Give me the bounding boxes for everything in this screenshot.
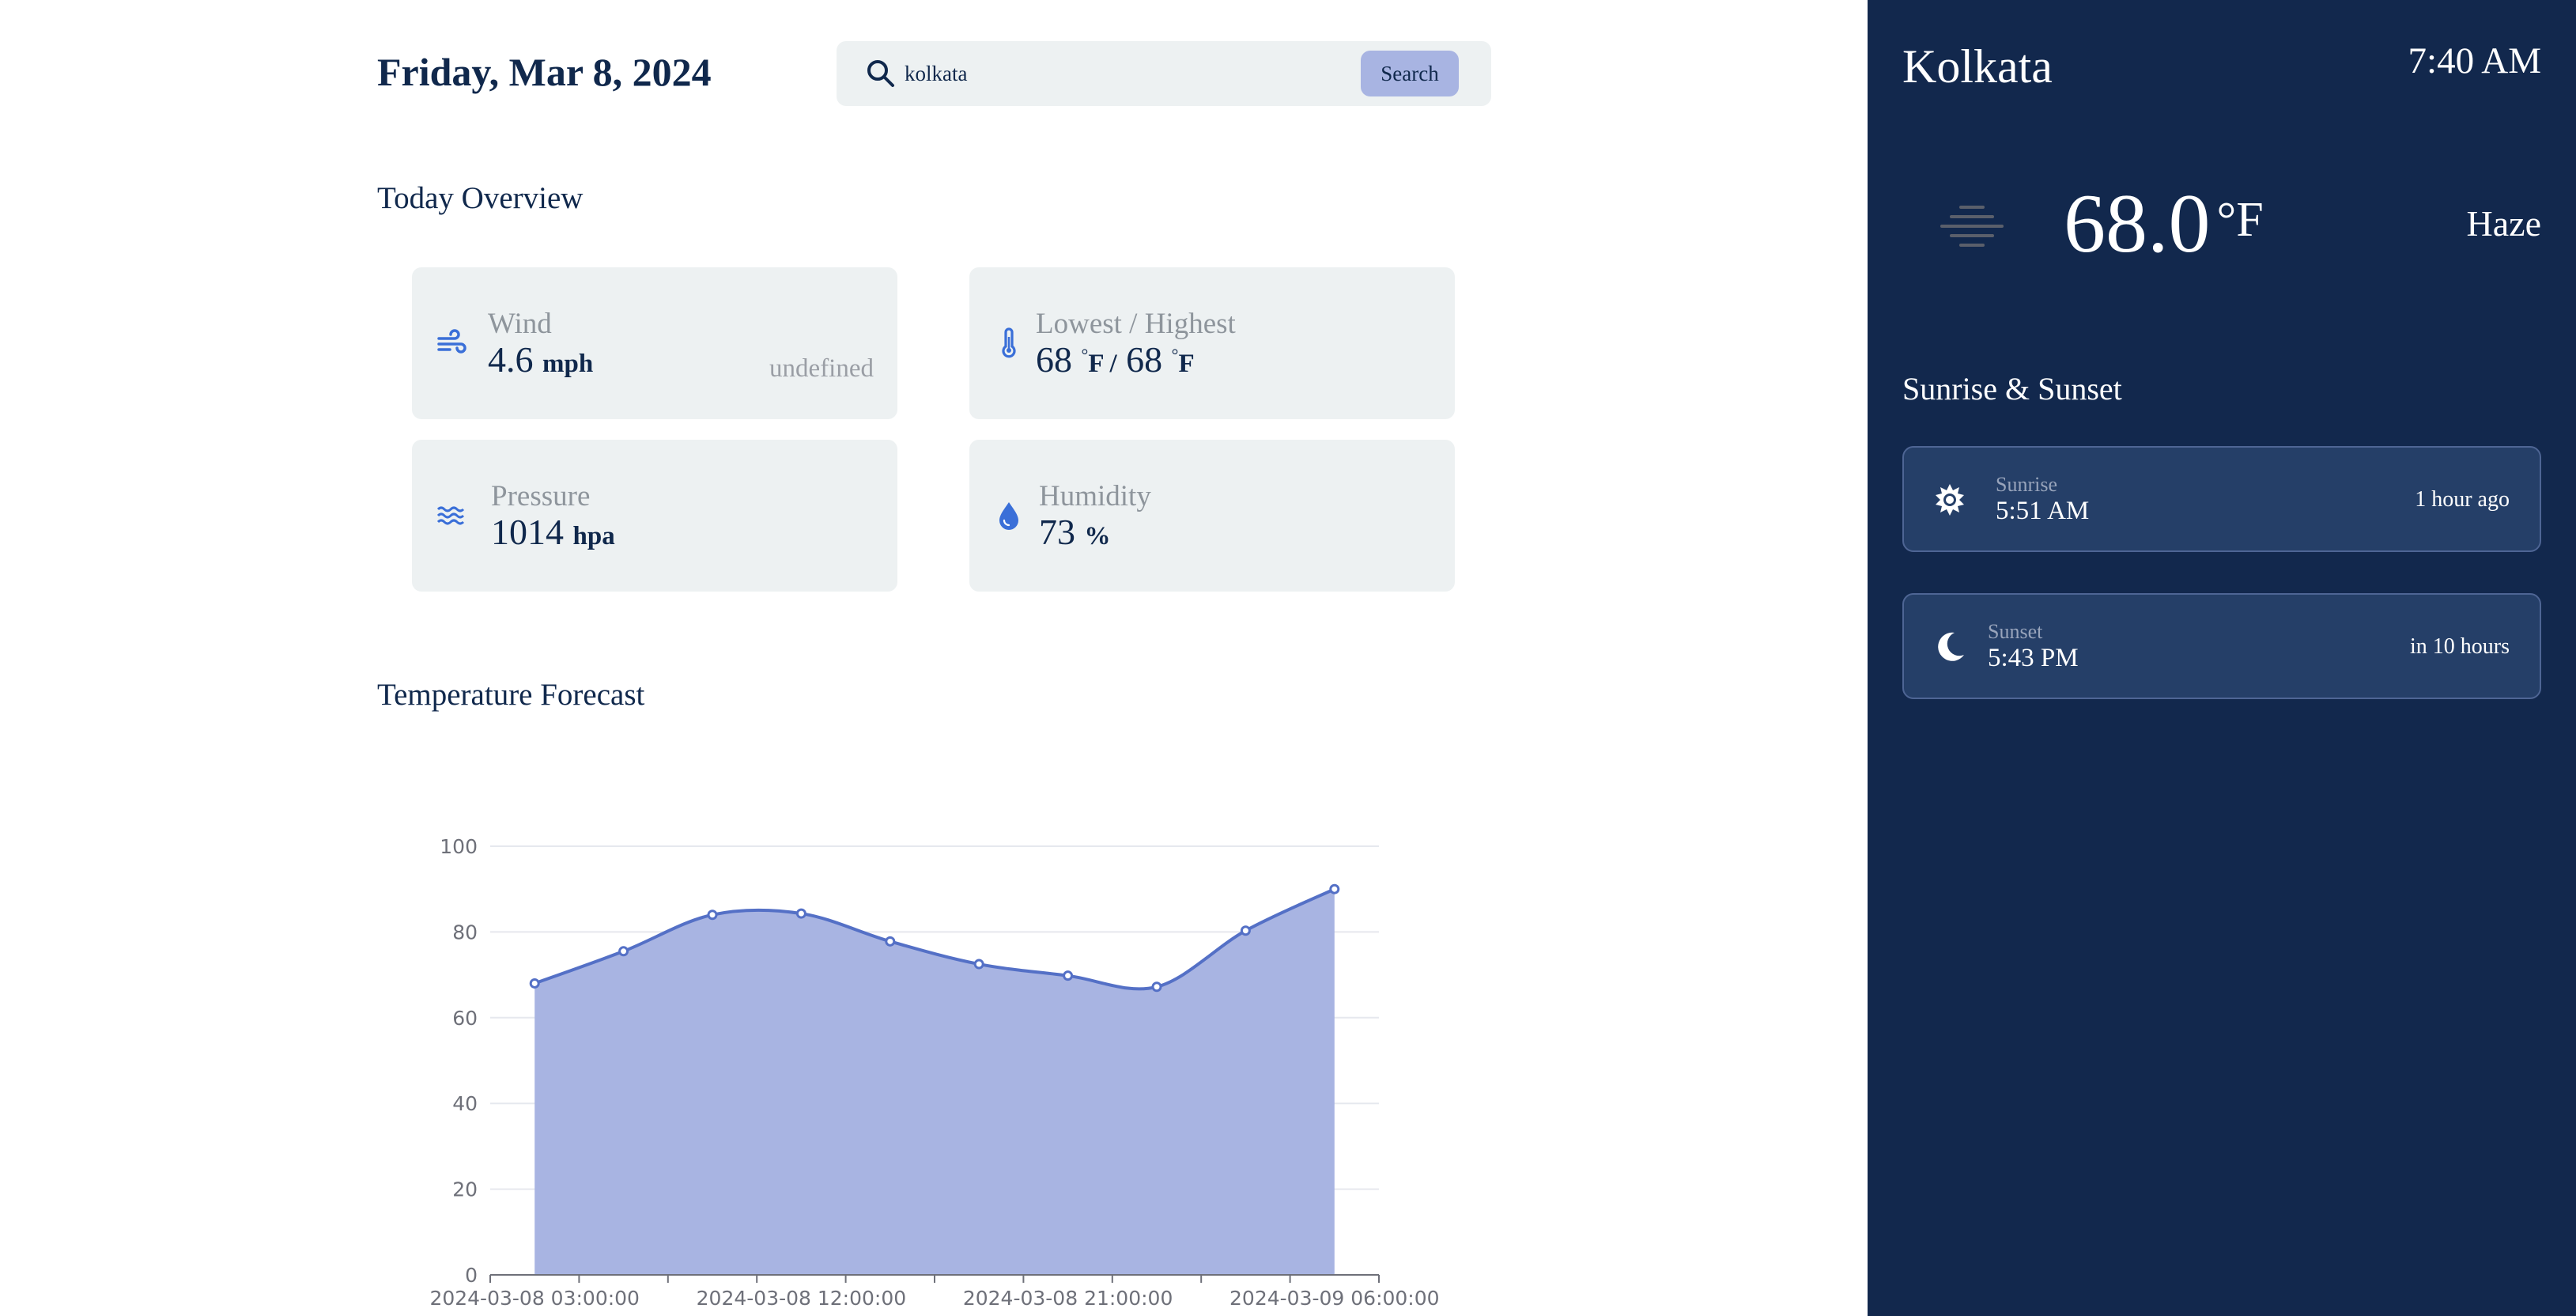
sun-icon	[1936, 484, 1964, 516]
pressure-label: Pressure	[491, 480, 591, 512]
x-tick-label: 2024-03-09 06:00:00	[1229, 1287, 1439, 1310]
temperature-unit: °F	[2216, 193, 2264, 247]
wind-speed: 4.6	[488, 339, 534, 380]
data-point	[1329, 883, 1340, 894]
page-date: Friday, Mar 8, 2024	[377, 50, 712, 94]
wind-value: 4.6 mph	[488, 338, 593, 380]
sunrise-relative: 1 hour ago	[2415, 487, 2510, 512]
pressure-icon	[436, 506, 465, 525]
haze-icon	[1940, 206, 2004, 247]
y-tick-label: 0	[465, 1264, 478, 1287]
wind-label: Wind	[488, 308, 552, 340]
y-tick-label: 20	[452, 1178, 478, 1201]
humidity-label: Humidity	[1039, 480, 1151, 512]
sunrise-label: Sunrise	[1996, 473, 2057, 496]
sunrise-time: 5:51 AM	[1996, 497, 2090, 525]
pressure-value: 1014 hpa	[491, 511, 615, 553]
wind-card: Wind 4.6 mph undefined	[412, 267, 897, 419]
data-point	[885, 936, 896, 947]
temp-low-unit: F	[1088, 350, 1104, 378]
data-point	[529, 978, 540, 989]
search-icon	[867, 60, 894, 87]
sunrise-sunset-title: Sunrise & Sunset	[1902, 371, 2122, 407]
pressure-unit: hpa	[572, 522, 615, 550]
wind-direction: undefined	[769, 354, 874, 383]
data-point	[1240, 925, 1251, 936]
moon-icon	[1938, 632, 1964, 661]
sunrise-card: Sunrise 5:51 AM 1 hour ago	[1902, 446, 2541, 552]
temperature-value: 68.0	[2064, 177, 2211, 270]
y-tick-label: 60	[452, 1007, 478, 1030]
temp-separator: /	[1109, 350, 1117, 378]
y-tick-label: 80	[452, 921, 478, 944]
data-point	[618, 946, 629, 957]
temp-range-label: Lowest / Highest	[1036, 308, 1236, 340]
water-drop-icon	[999, 502, 1018, 530]
city-name: Kolkata	[1902, 40, 2053, 93]
temperature-forecast-chart: 0 20 40 60 80 100 2024-03-08 03:00:00 2024-03-0…	[429, 835, 1439, 1310]
humidity-value: 73 %	[1039, 511, 1111, 553]
y-tick-label: 100	[440, 835, 478, 858]
search-button[interactable]: Search	[1361, 51, 1459, 96]
data-point	[973, 959, 984, 970]
x-tick-label: 2024-03-08 21:00:00	[963, 1287, 1173, 1310]
series-area	[534, 889, 1335, 1275]
humidity-number: 73	[1039, 512, 1075, 552]
thermometer-icon	[1002, 327, 1016, 358]
temp-high-unit: F	[1178, 350, 1195, 378]
search-input[interactable]	[905, 55, 1363, 92]
temp-range-value: 68 °F / 68 °F	[1036, 339, 1195, 380]
wind-unit: mph	[542, 350, 594, 378]
sunset-label: Sunset	[1988, 620, 2043, 643]
data-point	[795, 908, 806, 919]
search-bar: Search	[837, 41, 1491, 106]
current-temperature: 68.0 °F	[2064, 176, 2264, 272]
pressure-card: Pressure 1014 hpa	[412, 440, 897, 592]
pressure-number: 1014	[491, 512, 564, 552]
sunset-card: Sunset 5:43 PM in 10 hours	[1902, 593, 2541, 699]
overview-title: Today Overview	[377, 181, 584, 215]
sunset-time: 5:43 PM	[1988, 644, 2079, 672]
x-tick-label: 2024-03-08 03:00:00	[429, 1287, 640, 1310]
humidity-unit: %	[1084, 522, 1111, 550]
y-tick-label: 40	[452, 1092, 478, 1115]
x-tick-label: 2024-03-08 12:00:00	[697, 1287, 907, 1310]
data-point	[707, 909, 718, 921]
local-time: 7:40 AM	[2408, 40, 2541, 81]
wind-icon	[437, 329, 466, 354]
data-point	[1063, 970, 1074, 981]
current-weather-panel: Kolkata 7:40 AM 68.0 °F Haze Sunrise & Su…	[1868, 0, 2576, 1316]
forecast-title: Temperature Forecast	[377, 678, 645, 712]
temp-low: 68	[1036, 339, 1072, 380]
temp-range-card: Lowest / Highest 68 °F / 68 °F	[969, 267, 1455, 419]
data-point	[1151, 981, 1162, 993]
sunset-relative: in 10 hours	[2410, 634, 2510, 659]
humidity-card: Humidity 73 %	[969, 440, 1455, 592]
temp-high: 68	[1126, 339, 1163, 380]
weather-condition: Haze	[2466, 203, 2541, 244]
